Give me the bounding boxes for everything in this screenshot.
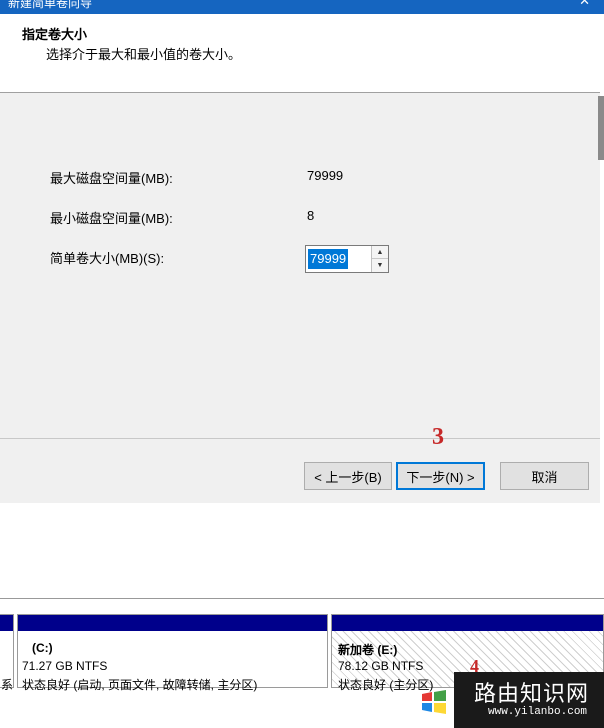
divider — [0, 598, 604, 599]
stepper-up-icon[interactable]: ▲ — [372, 246, 388, 259]
next-button[interactable]: 下一步(N) > — [396, 462, 485, 490]
volume-name: 新加卷 (E:) — [338, 643, 398, 657]
watermark-url: www.yilanbo.com — [488, 706, 588, 718]
max-space-value: 79999 — [307, 168, 344, 183]
wizard-header: 指定卷大小 选择介于最大和最小值的卷大小。 — [0, 14, 600, 93]
partial-volume-left[interactable]: 系 — [0, 614, 14, 692]
partial-volume-status: 系 — [1, 678, 14, 692]
wizard-footer: < 上一步(B) 下一步(N) > 取消 — [0, 438, 600, 503]
volume-color-bar — [0, 615, 13, 631]
volume-color-bar — [332, 615, 603, 631]
volume-size-stepper[interactable]: 79999 ▲ ▼ — [305, 245, 389, 273]
max-space-label: 最大磁盘空间量(MB): — [50, 171, 173, 186]
volume-size-label: 简单卷大小(MB)(S): — [50, 251, 165, 266]
volume-name: (C:) — [32, 641, 53, 655]
cancel-button[interactable]: 取消 — [500, 462, 589, 490]
wizard-title-bar: 新建简单卷向导 ✕ — [0, 0, 604, 14]
stepper-buttons: ▲ ▼ — [371, 246, 388, 272]
page-subtitle: 选择介于最大和最小值的卷大小。 — [46, 47, 242, 62]
window-title: 新建简单卷向导 — [8, 0, 93, 10]
close-icon[interactable]: ✕ — [579, 0, 590, 9]
wizard-content: 最大磁盘空间量(MB): 79999 最小磁盘空间量(MB): 8 简单卷大小(… — [0, 93, 600, 438]
volume-size: 71.27 GB NTFS — [22, 659, 108, 673]
back-button[interactable]: < 上一步(B) — [304, 462, 392, 490]
volume-c[interactable]: (C:) 71.27 GB NTFS 状态良好 (启动, 页面文件, 故障转储,… — [17, 614, 328, 692]
volume-status: 状态良好 (启动, 页面文件, 故障转储, 主分区) — [22, 678, 258, 692]
scrollbar-thumb[interactable] — [598, 96, 604, 160]
step-3-annotation: 3 — [432, 424, 444, 450]
min-space-value: 8 — [307, 208, 315, 223]
watermark-title: 路由知识网 — [474, 681, 590, 706]
stepper-down-icon[interactable]: ▼ — [372, 259, 388, 272]
windows-logo-icon — [422, 690, 446, 714]
volume-color-bar — [18, 615, 327, 631]
min-space-label: 最小磁盘空间量(MB): — [50, 211, 173, 226]
volume-size-field[interactable]: 79999 — [308, 249, 349, 269]
volume-size: 78.12 GB NTFS — [338, 659, 424, 673]
page-title: 指定卷大小 — [22, 27, 88, 42]
